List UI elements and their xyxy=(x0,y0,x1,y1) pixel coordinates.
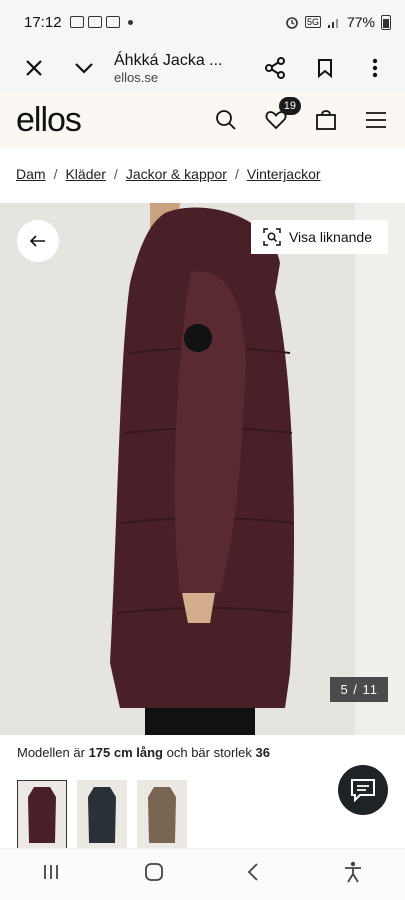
accessibility-icon xyxy=(345,861,362,883)
cart-button[interactable] xyxy=(313,107,339,133)
home-button[interactable] xyxy=(144,862,164,887)
gmail-notification-icon xyxy=(105,16,120,28)
status-time: 17:12 xyxy=(24,13,62,31)
chat-button[interactable] xyxy=(338,765,388,815)
wishlist-button[interactable]: 19 xyxy=(263,97,301,133)
thumbnail-variant-3[interactable] xyxy=(137,780,187,850)
visual-search-icon xyxy=(263,228,281,246)
ellos-logo[interactable]: ellos xyxy=(16,101,82,140)
app-notification-icon xyxy=(87,16,102,28)
signal-icon xyxy=(327,19,338,28)
home-icon xyxy=(144,863,163,881)
battery-percent: 77% xyxy=(346,14,375,30)
breadcrumb-jackor-kappor[interactable]: Jackor & kappor xyxy=(126,166,227,182)
page-title: Áhkká Jacka ... xyxy=(114,51,223,69)
breadcrumb-dam[interactable]: Dam xyxy=(16,166,46,182)
image-counter: 5 / 11 xyxy=(330,677,388,702)
close-tab-button[interactable] xyxy=(16,50,52,86)
breadcrumb-vinterjackor[interactable]: Vinterjackor xyxy=(247,166,321,182)
bookmark-button[interactable] xyxy=(307,50,343,86)
arrow-left-icon xyxy=(30,235,45,247)
breadcrumb: Dam / Kläder / Jackor & kappor / Vinterj… xyxy=(16,166,321,182)
model-height: 175 cm lång xyxy=(88,745,163,760)
battery-icon xyxy=(381,14,391,30)
recent-apps-button[interactable] xyxy=(42,864,60,885)
coat-thumbnail-icon xyxy=(28,787,56,843)
product-image-gallery[interactable]: Visa liknande 5 / 11 xyxy=(0,203,405,735)
menu-icon xyxy=(366,112,386,128)
model-info-prefix: Modellen är xyxy=(17,745,85,760)
breadcrumb-klader[interactable]: Kläder xyxy=(65,166,105,182)
alarm-icon xyxy=(286,17,298,29)
browser-toolbar: Áhkká Jacka ... ellos.se xyxy=(0,44,405,92)
more-options-button[interactable] xyxy=(357,50,393,86)
status-bar: 17:12 5G 77% xyxy=(0,0,405,44)
back-button[interactable] xyxy=(247,862,259,887)
thumbnail-variant-1[interactable] xyxy=(17,780,67,850)
status-right: 5G 77% xyxy=(285,14,391,30)
menu-button[interactable] xyxy=(363,107,389,133)
expand-button[interactable] xyxy=(66,50,102,86)
share-icon xyxy=(265,57,285,79)
search-icon xyxy=(216,110,236,130)
share-button[interactable] xyxy=(257,50,293,86)
breadcrumb-separator: / xyxy=(113,166,118,182)
breadcrumb-separator: / xyxy=(53,166,58,182)
image-notification-icon xyxy=(69,16,84,28)
recent-apps-icon xyxy=(43,865,58,879)
model-info: Modellen är 175 cm lång och bär storlek … xyxy=(17,745,270,760)
model-size: 36 xyxy=(255,745,270,760)
header-actions: 19 xyxy=(213,97,389,133)
bag-icon xyxy=(316,110,336,130)
product-photo xyxy=(110,203,405,735)
gallery-back-button[interactable] xyxy=(17,220,59,262)
bookmark-icon xyxy=(318,59,332,78)
page-title-area[interactable]: Áhkká Jacka ... ellos.se xyxy=(114,51,257,86)
chat-icon xyxy=(351,779,375,802)
show-similar-label: Visa liknande xyxy=(288,229,372,245)
model-info-middle: och bär storlek xyxy=(166,745,252,760)
chevron-down-icon xyxy=(75,63,93,74)
page-url: ellos.se xyxy=(114,69,159,85)
search-button[interactable] xyxy=(213,107,239,133)
accessibility-button[interactable] xyxy=(343,861,363,888)
back-icon xyxy=(248,863,259,881)
notification-icons xyxy=(69,16,133,28)
color-variant-thumbnails xyxy=(17,780,187,850)
network-type: 5G xyxy=(304,16,321,28)
coat-thumbnail-icon xyxy=(148,787,176,843)
wishlist-count-badge: 19 xyxy=(278,97,301,115)
close-icon xyxy=(26,60,42,76)
show-similar-button[interactable]: Visa liknande xyxy=(250,220,388,254)
thumbnail-variant-2[interactable] xyxy=(77,780,127,850)
android-navigation-bar xyxy=(0,848,405,900)
coat-thumbnail-icon xyxy=(88,787,116,843)
more-icon xyxy=(372,58,378,78)
breadcrumb-separator: / xyxy=(234,166,239,182)
more-notifications-icon xyxy=(127,19,133,25)
site-header: ellos 19 xyxy=(0,92,405,148)
